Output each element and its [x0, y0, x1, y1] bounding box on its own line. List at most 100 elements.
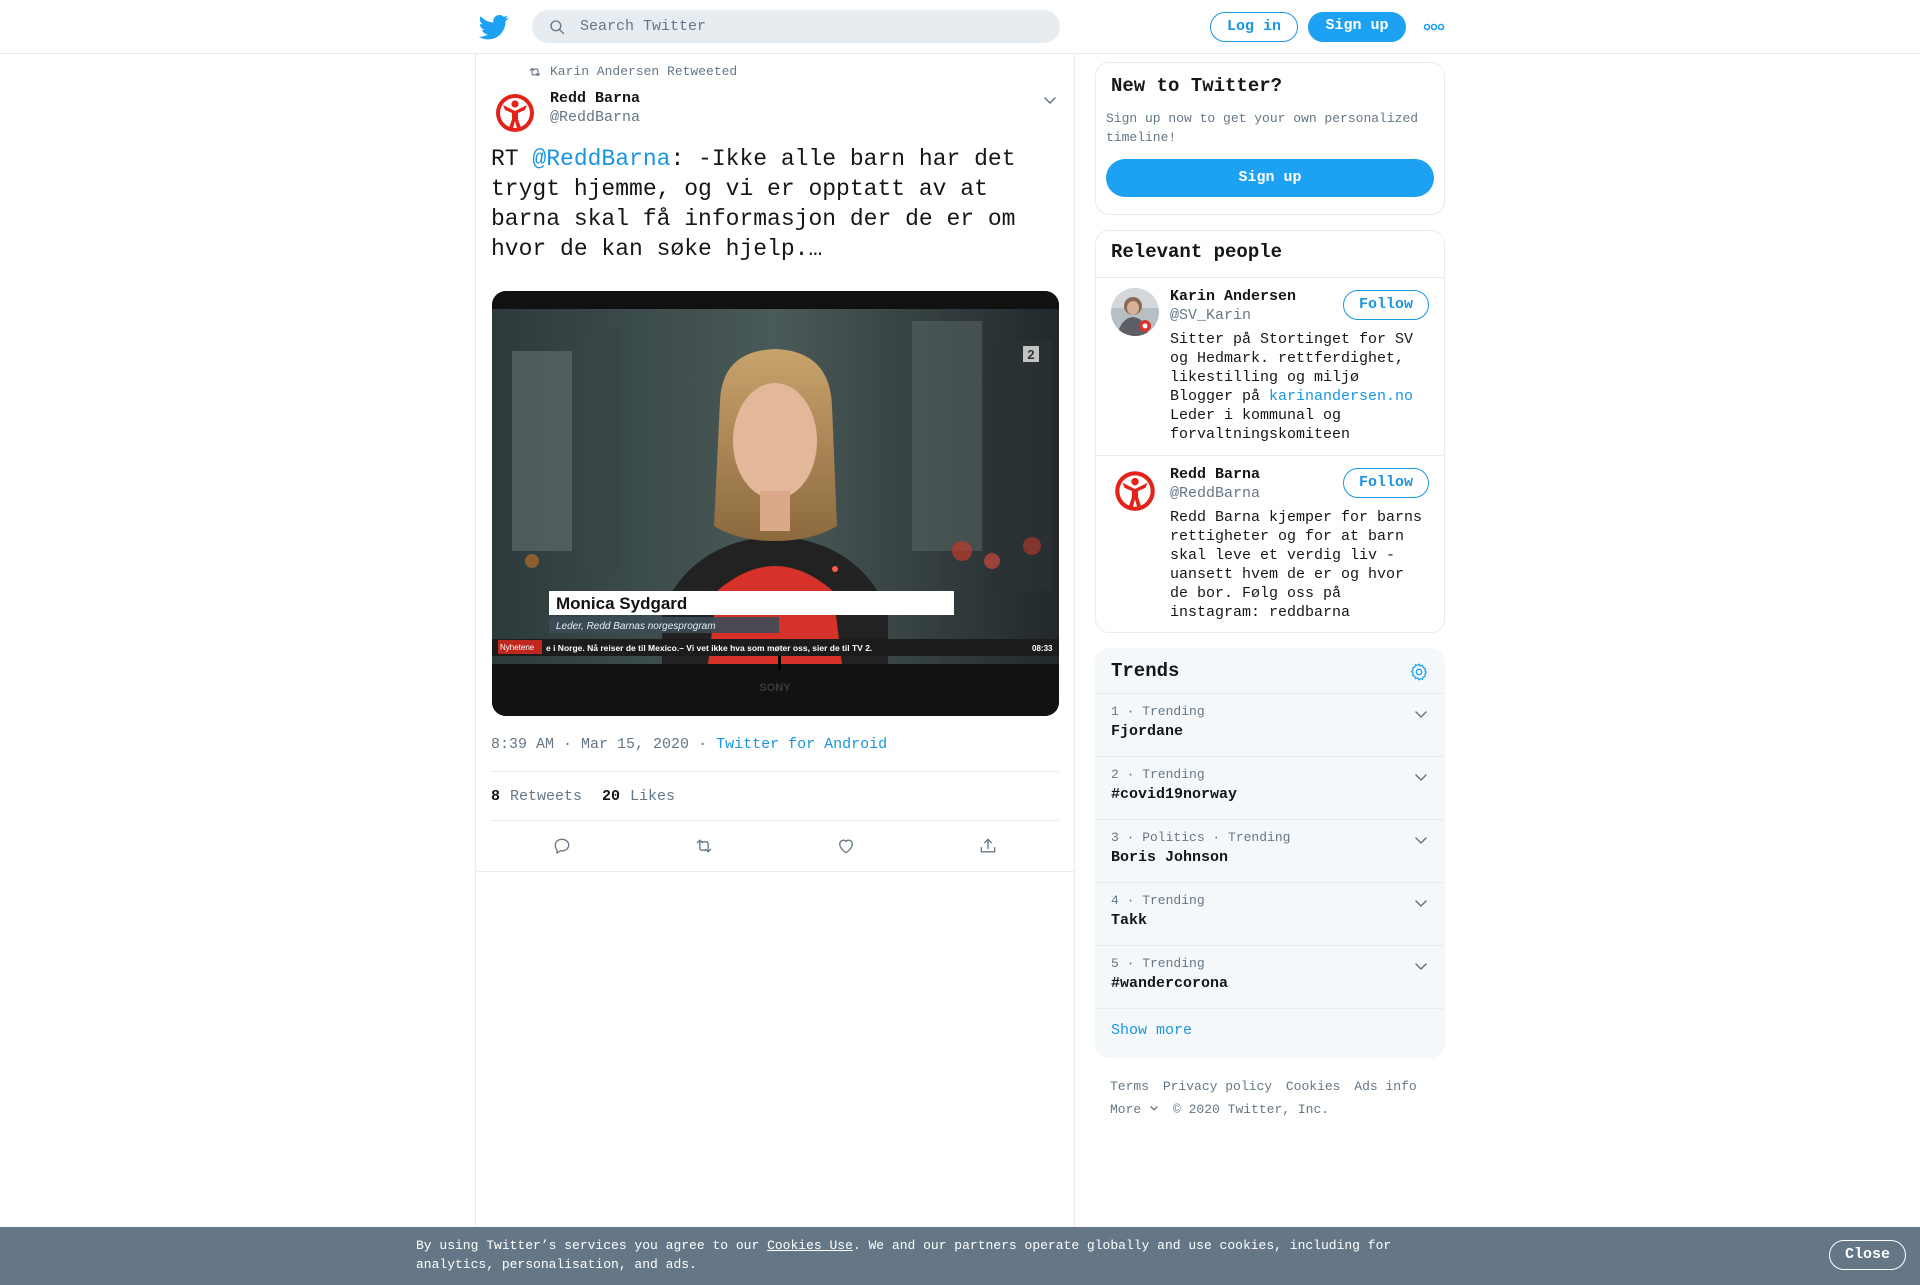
- karin-andersen-avatar: [1111, 288, 1159, 336]
- trends-title: Trends: [1111, 660, 1180, 682]
- redd-barna-avatar: [1111, 466, 1159, 514]
- new-to-twitter-card: New to Twitter? Sign up now to get your …: [1095, 62, 1445, 215]
- likes-label[interactable]: Likes: [630, 788, 675, 805]
- tweet-timestamp[interactable]: 8:39 AM · Mar 15, 2020: [491, 736, 689, 753]
- more-options-icon[interactable]: [1423, 20, 1445, 34]
- redd-barna-avatar[interactable]: [492, 89, 538, 135]
- chevron-down-icon[interactable]: [1042, 92, 1058, 108]
- gear-icon[interactable]: [1409, 662, 1429, 682]
- avatar[interactable]: [1111, 288, 1159, 336]
- relevant-people-title: Relevant people: [1111, 241, 1283, 263]
- share-button[interactable]: [917, 836, 1059, 856]
- trend-item[interactable]: 4 · Trending Takk: [1096, 883, 1444, 946]
- cookie-close-button[interactable]: Close: [1829, 1240, 1906, 1270]
- retweet-context[interactable]: Karin Andersen Retweeted: [528, 64, 737, 79]
- trend-name[interactable]: Takk: [1111, 912, 1429, 929]
- trend-meta: 4 · Trending: [1111, 893, 1205, 908]
- person-bio: Redd Barna kjemper for barns rettigheter…: [1170, 509, 1423, 621]
- signup-button-sidebar[interactable]: Sign up: [1106, 159, 1434, 197]
- retweet-small-icon: [529, 67, 541, 76]
- chevron-down-icon[interactable]: [1413, 895, 1429, 911]
- like-button[interactable]: [775, 836, 917, 856]
- channel-logo: 2: [1027, 347, 1034, 362]
- retweeted-by-text: Karin Andersen Retweeted: [550, 64, 738, 79]
- reply-button[interactable]: [491, 836, 633, 856]
- trend-meta: 5 · Trending: [1111, 956, 1205, 971]
- signup-button-header[interactable]: Sign up: [1308, 12, 1406, 42]
- person-bio: Sitter på Stortinget for SV og Hedmark. …: [1170, 330, 1429, 444]
- show-more-link[interactable]: Show more: [1096, 1009, 1444, 1052]
- search-bar[interactable]: [532, 10, 1060, 43]
- header-inner: Log in Sign up: [475, 0, 1445, 54]
- heart-icon: [839, 839, 853, 854]
- tweet-meta: 8:39 AM · Mar 15, 2020 · Twitter for And…: [491, 736, 887, 753]
- person-redd-barna[interactable]: Redd Barna @ReddBarna Redd Barna kjemper…: [1096, 456, 1444, 632]
- retweets-count[interactable]: 8: [491, 788, 500, 805]
- trends-card: Trends 1 · Trending Fjordane 2 · Trendin…: [1095, 648, 1445, 1058]
- chevron-down-icon[interactable]: [1413, 958, 1429, 974]
- trend-meta: 2 · Trending: [1111, 767, 1205, 782]
- trend-name[interactable]: Boris Johnson: [1111, 849, 1429, 866]
- trend-meta: 1 · Trending: [1111, 704, 1205, 719]
- cookie-text-before: By using Twitter’s services you agree to…: [416, 1238, 768, 1253]
- footer-cookies-link[interactable]: Cookies: [1286, 1079, 1341, 1094]
- cookie-consent-bar: By using Twitter’s services you agree to…: [0, 1227, 1920, 1285]
- ticker-label: Nyhetene: [500, 643, 535, 652]
- lower-third-name: Monica Sydgard: [556, 594, 687, 613]
- tweet-media-photo[interactable]: 2 Monica Sydgard Leder, Redd Barnas norg…: [492, 291, 1059, 716]
- tweet-author[interactable]: Redd Barna @ReddBarna: [550, 90, 640, 126]
- trend-item[interactable]: 2 · Trending #covid19norway: [1096, 757, 1444, 820]
- new-to-twitter-subtitle: Sign up now to get your own personalized…: [1106, 111, 1419, 145]
- cookies-use-link[interactable]: Cookies Use: [767, 1238, 853, 1253]
- twitter-bird-icon[interactable]: [479, 12, 509, 42]
- author-handle[interactable]: @ReddBarna: [550, 109, 640, 126]
- search-input[interactable]: [580, 18, 1020, 35]
- chevron-down-icon[interactable]: [1413, 706, 1429, 722]
- tv-brand: SONY: [759, 682, 791, 694]
- relevant-people-header: Relevant people: [1096, 231, 1444, 278]
- lower-third-title: Leder, Redd Barnas norgesprogram: [556, 621, 716, 632]
- follow-button[interactable]: Follow: [1343, 290, 1429, 320]
- tweet-text: RT @ReddBarna: -Ikke alle barn har det t…: [491, 144, 1051, 264]
- chevron-down-icon[interactable]: [1413, 769, 1429, 785]
- footer-terms-link[interactable]: Terms: [1110, 1079, 1149, 1094]
- author-name[interactable]: Redd Barna: [550, 90, 640, 107]
- relevant-people-card: Relevant people Karin Andersen @SV_Karin…: [1095, 230, 1445, 633]
- footer-ads-link[interactable]: Ads info: [1354, 1079, 1416, 1094]
- person-karin-andersen[interactable]: Karin Andersen @SV_Karin Sitter på Stort…: [1096, 278, 1444, 456]
- trend-name[interactable]: #wandercorona: [1111, 975, 1429, 992]
- retweet-button[interactable]: [633, 836, 775, 856]
- tweet-mention-link[interactable]: @ReddBarna: [532, 146, 670, 172]
- footer-copyright: © 2020 Twitter, Inc.: [1173, 1102, 1330, 1117]
- chevron-down-icon[interactable]: [1413, 832, 1429, 848]
- tweet-source-link[interactable]: Twitter for Android: [716, 736, 887, 753]
- top-header: Log in Sign up: [0, 0, 1920, 54]
- footer-privacy-link[interactable]: Privacy policy: [1163, 1079, 1272, 1094]
- trend-name[interactable]: Fjordane: [1111, 723, 1429, 740]
- chevron-down-icon: [1150, 1106, 1158, 1111]
- tv-screen-photo: 2 Monica Sydgard Leder, Redd Barnas norg…: [492, 291, 1059, 716]
- footer-more-label: More: [1110, 1102, 1142, 1117]
- retweets-label[interactable]: Retweets: [510, 788, 582, 805]
- divider: [476, 871, 1074, 872]
- tweet-actions: [491, 821, 1059, 871]
- trend-item[interactable]: 1 · Trending Fjordane: [1096, 694, 1444, 757]
- follow-button[interactable]: Follow: [1343, 468, 1429, 498]
- trend-item[interactable]: 5 · Trending #wandercorona: [1096, 946, 1444, 1009]
- footer-more-link[interactable]: More: [1110, 1102, 1159, 1117]
- login-button[interactable]: Log in: [1210, 12, 1298, 42]
- bio-link[interactable]: karinandersen.no: [1269, 388, 1413, 405]
- avatar[interactable]: [1111, 466, 1159, 514]
- share-icon: [980, 838, 996, 853]
- reply-icon: [554, 838, 570, 854]
- tweet-stats: 8 Retweets 20 Likes: [491, 771, 1059, 821]
- retweet-icon: [696, 839, 712, 853]
- tweet-text-prefix: RT: [491, 146, 533, 172]
- trend-name[interactable]: #covid19norway: [1111, 786, 1429, 803]
- trend-item[interactable]: 3 · Politics · Trending Boris Johnson: [1096, 820, 1444, 883]
- tweet-column: Karin Andersen Retweeted Redd Barna @Red…: [475, 54, 1075, 1228]
- search-icon: [550, 19, 565, 34]
- meta-separator: ·: [698, 736, 708, 753]
- sidebar-footer: Terms Privacy policy Cookies Ads info Mo…: [1110, 1075, 1440, 1121]
- likes-count[interactable]: 20: [602, 788, 620, 805]
